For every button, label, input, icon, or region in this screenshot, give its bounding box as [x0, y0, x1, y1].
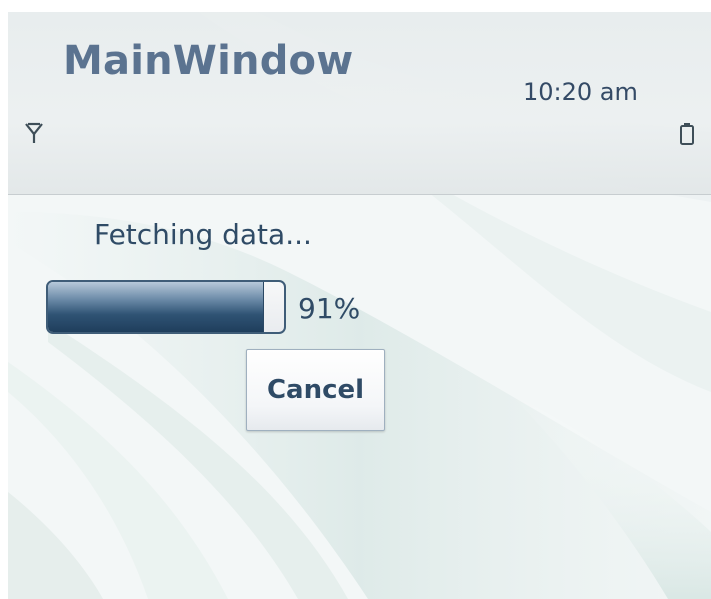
title-bar: MainWindow 10:20 am [8, 12, 711, 195]
signal-antenna-icon [25, 122, 43, 143]
app-screen: MainWindow 10:20 am Fetching data... 91%… [8, 12, 711, 599]
status-message: Fetching data... [94, 218, 312, 251]
battery-icon [680, 123, 694, 145]
progress-fill [48, 282, 264, 332]
app-frame: MainWindow 10:20 am Fetching data... 91%… [0, 0, 711, 599]
clock-text: 10:20 am [523, 78, 638, 106]
progress-bar [46, 280, 286, 334]
progress-percent-label: 91% [298, 292, 361, 325]
cancel-button-label: Cancel [266, 375, 365, 405]
cancel-button[interactable]: Cancel [246, 349, 385, 431]
window-title: MainWindow [63, 38, 354, 84]
